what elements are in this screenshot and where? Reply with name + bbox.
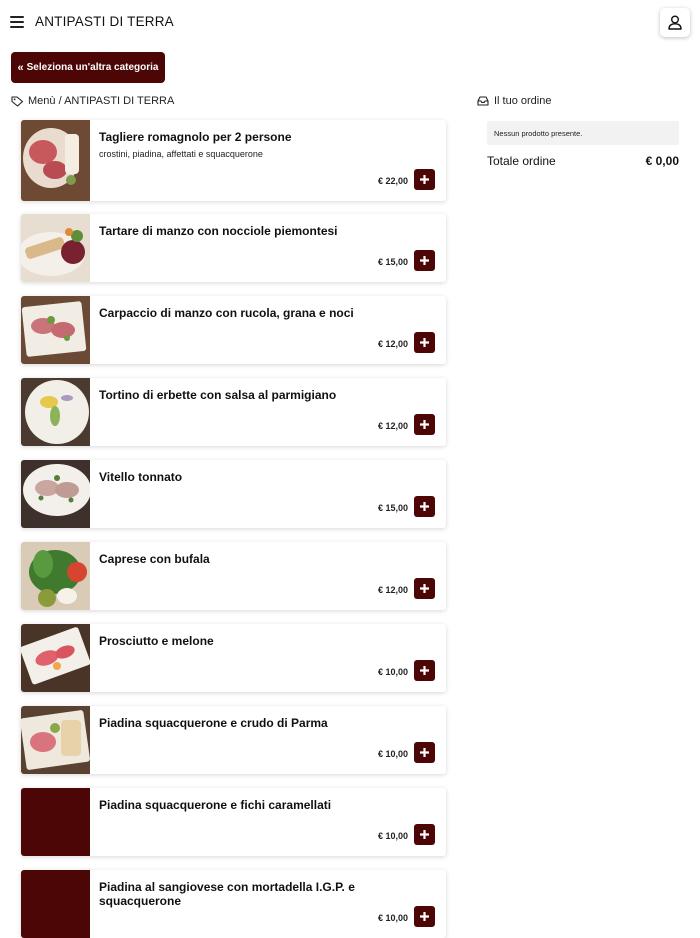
product-price: € 22,00	[377, 176, 408, 186]
inbox-tray-icon	[477, 96, 489, 106]
page-title: ANTIPASTI DI TERRA	[35, 14, 174, 29]
product-name: Prosciutto e melone	[99, 634, 214, 648]
product-card[interactable]: Tortino di erbette con salsa al parmigia…	[21, 378, 446, 446]
product-card[interactable]: Prosciutto e melone € 10,00	[21, 624, 446, 692]
add-to-order-button[interactable]	[414, 742, 435, 763]
product-card[interactable]: Caprese con bufala € 12,00	[21, 542, 446, 610]
double-chevron-left-icon: «	[17, 61, 24, 74]
product-card[interactable]: Carpaccio di manzo con rucola, grana e n…	[21, 296, 446, 364]
plus-icon	[420, 256, 429, 265]
product-name: Piadina squacquerone e fichi caramellati	[99, 798, 332, 812]
hamburger-icon[interactable]	[10, 16, 24, 28]
add-to-order-button[interactable]	[414, 169, 435, 190]
add-to-order-button[interactable]	[414, 578, 435, 599]
order-total-label: Totale ordine	[487, 154, 556, 168]
product-image	[21, 378, 90, 446]
top-bar: ANTIPASTI DI TERRA	[0, 0, 700, 46]
product-price: € 10,00	[377, 667, 408, 677]
product-image	[21, 460, 90, 528]
empty-order-message: Nessun prodotto presente.	[487, 121, 679, 145]
product-card[interactable]: Piadina squacquerone e fichi caramellati…	[21, 788, 446, 856]
plus-icon	[420, 748, 429, 757]
plus-icon	[420, 420, 429, 429]
product-image	[21, 624, 90, 692]
plus-icon	[420, 666, 429, 675]
plus-icon	[420, 912, 429, 921]
product-name: Piadina squacquerone e crudo di Parma	[99, 716, 328, 730]
user-icon	[668, 15, 682, 30]
product-card[interactable]: Vitello tonnato € 15,00	[21, 460, 446, 528]
product-image-placeholder	[21, 870, 90, 938]
user-account-button[interactable]	[660, 8, 690, 37]
product-image-placeholder	[21, 788, 90, 856]
plus-icon	[420, 175, 429, 184]
product-price: € 10,00	[377, 831, 408, 841]
product-image	[21, 542, 90, 610]
product-name: Caprese con bufala	[99, 552, 210, 566]
product-name: Piadina al sangiovese con mortadella I.G…	[99, 880, 355, 908]
add-to-order-button[interactable]	[414, 824, 435, 845]
plus-icon	[420, 584, 429, 593]
product-price: € 15,00	[377, 503, 408, 513]
product-card[interactable]: Tagliere romagnolo per 2 persone crostin…	[21, 120, 446, 201]
order-total-value: € 0,00	[645, 154, 679, 168]
add-to-order-button[interactable]	[414, 414, 435, 435]
order-title-text: Il tuo ordine	[494, 95, 552, 107]
add-to-order-button[interactable]	[414, 660, 435, 681]
product-name: Carpaccio di manzo con rucola, grana e n…	[99, 306, 354, 320]
product-image	[21, 706, 90, 774]
product-image	[21, 296, 90, 364]
product-price: € 15,00	[377, 257, 408, 267]
add-to-order-button[interactable]	[414, 496, 435, 517]
product-price: € 10,00	[377, 749, 408, 759]
product-card[interactable]: Tartare di manzo con nocciole piemontesi…	[21, 214, 446, 282]
product-price: € 12,00	[377, 421, 408, 431]
add-to-order-button[interactable]	[414, 332, 435, 353]
product-description: crostini, piadina, affettati e squacquer…	[99, 149, 263, 159]
product-name: Tortino di erbette con salsa al parmigia…	[99, 388, 337, 402]
tag-icon	[11, 95, 24, 107]
product-name: Vitello tonnato	[99, 470, 183, 484]
order-panel-title: Il tuo ordine	[477, 95, 551, 107]
plus-icon	[420, 502, 429, 511]
product-image	[21, 214, 90, 282]
add-to-order-button[interactable]	[414, 250, 435, 271]
product-name: Tagliere romagnolo per 2 persone	[99, 130, 292, 144]
select-other-category-label: Seleziona un'altra categoria	[26, 62, 159, 73]
add-to-order-button[interactable]	[414, 906, 435, 927]
select-other-category-button[interactable]: « Seleziona un'altra categoria	[11, 52, 165, 83]
product-price: € 10,00	[377, 913, 408, 923]
plus-icon	[420, 338, 429, 347]
breadcrumb: Menù / ANTIPASTI DI TERRA	[11, 95, 174, 107]
product-card[interactable]: Piadina squacquerone e crudo di Parma € …	[21, 706, 446, 774]
product-card[interactable]: Piadina al sangiovese con mortadella I.G…	[21, 870, 446, 938]
product-image	[21, 120, 90, 201]
product-price: € 12,00	[377, 339, 408, 349]
product-name: Tartare di manzo con nocciole piemontesi	[99, 224, 338, 238]
product-price: € 12,00	[377, 585, 408, 595]
breadcrumb-text: Menù / ANTIPASTI DI TERRA	[28, 95, 175, 107]
plus-icon	[420, 830, 429, 839]
